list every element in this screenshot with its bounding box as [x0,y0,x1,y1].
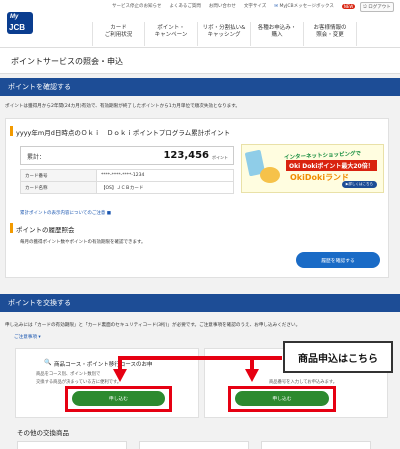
arrow-connector-line [118,356,254,369]
exchange-item-card[interactable] [261,441,371,449]
other-exchange-heading: その他の交換商品 [17,429,69,437]
exchange-item-card[interactable] [139,441,249,449]
apply-product-number-button[interactable]: 申し込む [235,391,329,406]
highlight-arrows [113,356,282,382]
apply-course-button[interactable]: 申し込む [72,391,165,406]
arrow-down-left-icon [113,369,127,382]
arrow-down-right-icon [245,369,259,382]
apply-here-callout: 商品申込はこちら [283,341,393,373]
exchange-item-card[interactable] [17,441,127,449]
